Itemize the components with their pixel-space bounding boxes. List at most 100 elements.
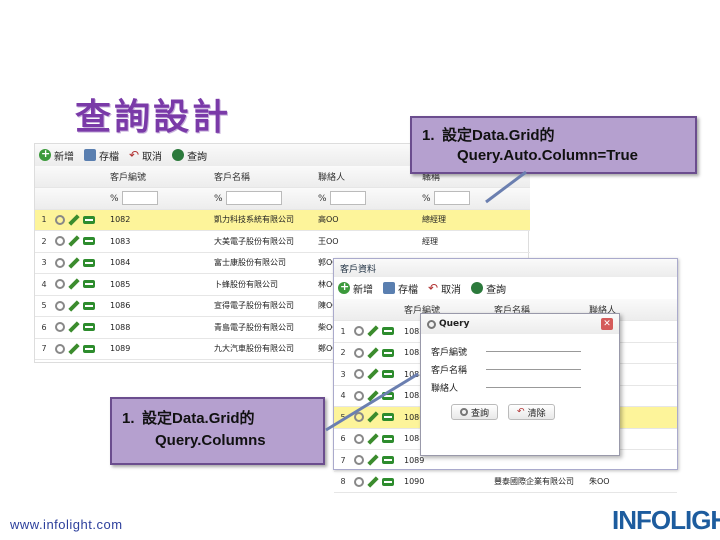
header-customer-name[interactable]: 客戶名稱 — [212, 166, 316, 188]
table-row[interactable]: 1 1082 凱力科技系統有限公司 高OO 總經理 — [35, 209, 530, 231]
edit-icon[interactable] — [367, 454, 379, 466]
delete-icon[interactable] — [382, 456, 394, 465]
query-operator[interactable]: % — [214, 194, 226, 204]
cell-customer-name: 宣得電子股份有限公司 — [212, 295, 316, 317]
edit-icon[interactable] — [68, 321, 80, 333]
row-actions — [55, 343, 106, 355]
cell-customer-id: 1084 — [108, 252, 212, 274]
row-number: 2 — [334, 342, 352, 364]
cell-customer-id: 1082 — [108, 209, 212, 231]
view-icon[interactable] — [55, 322, 65, 333]
cell-customer-name: 凱力科技系統有限公司 — [212, 209, 316, 231]
view-icon[interactable] — [55, 236, 65, 247]
cell-title: 總經理 — [420, 209, 530, 231]
query-input-customer-name[interactable] — [226, 191, 282, 206]
query-ok-button[interactable]: 查詢 — [451, 404, 499, 420]
save-icon — [84, 149, 96, 161]
close-icon[interactable]: ✕ — [601, 318, 613, 330]
row-number: 5 — [35, 295, 53, 317]
query-button[interactable]: 查詢 — [172, 148, 207, 163]
undo-button[interactable]: ↶ 取消 — [129, 148, 162, 163]
query-icon — [172, 149, 185, 161]
query-field-input[interactable] — [486, 350, 581, 352]
query-field-input[interactable] — [486, 368, 581, 370]
magnifier-icon — [460, 408, 468, 416]
view-icon[interactable] — [55, 279, 65, 290]
query-input-customer-id[interactable] — [122, 191, 158, 206]
table-row[interactable]: 8 1090 豐泰國際企業有限公司 朱OO — [334, 471, 677, 493]
cell-customer-id: 1088 — [108, 316, 212, 339]
header-contact[interactable]: 聯絡人 — [316, 166, 420, 188]
edit-icon[interactable] — [367, 347, 379, 359]
delete-icon[interactable] — [83, 301, 95, 310]
view-icon[interactable] — [55, 343, 65, 354]
delete-icon[interactable] — [382, 348, 394, 357]
query-clear-button[interactable]: ↶ 清除 — [508, 404, 555, 420]
undo-icon: ↶ — [517, 407, 525, 417]
delete-icon[interactable] — [83, 280, 95, 289]
add-button[interactable]: 新增 — [338, 280, 373, 296]
cell-contact: 王OO — [316, 230, 420, 253]
add-button[interactable]: 新增 — [39, 147, 74, 163]
row-actions — [55, 214, 106, 226]
query-button[interactable]: 查詢 — [471, 281, 506, 296]
edit-icon[interactable] — [68, 235, 80, 247]
delete-icon[interactable] — [83, 237, 95, 246]
edit-icon[interactable] — [367, 476, 379, 488]
edit-icon[interactable] — [367, 325, 379, 337]
delete-icon[interactable] — [83, 215, 95, 224]
table-row[interactable]: 2 1083 大美電子股份有限公司 王OO 經理 — [35, 230, 530, 253]
query-field-row: 客戶編號 — [431, 342, 609, 360]
view-icon[interactable] — [354, 326, 364, 337]
cell-customer-id: 1085 — [108, 273, 212, 296]
view-icon[interactable] — [55, 257, 65, 268]
undo-button[interactable]: ↶ 取消 — [428, 281, 461, 296]
row-number: 2 — [35, 230, 53, 253]
row-number: 8 — [334, 471, 352, 493]
cell-customer-id: 1083 — [108, 230, 212, 253]
edit-icon[interactable] — [68, 278, 80, 290]
query-operator[interactable]: % — [422, 194, 434, 204]
delete-icon[interactable] — [83, 344, 95, 353]
view-icon[interactable] — [55, 300, 65, 311]
cell-customer-name: 豐泰國際企業有限公司 — [492, 471, 587, 493]
row-actions — [55, 257, 106, 269]
query-input-contact[interactable] — [330, 191, 366, 206]
save-button[interactable]: 存檔 — [84, 148, 119, 163]
row-number: 1 — [334, 320, 352, 343]
row-actions — [354, 476, 400, 488]
header-customer-id[interactable]: 客戶編號 — [108, 166, 212, 188]
callout-pointer-bottom — [325, 372, 419, 432]
view-icon[interactable] — [354, 476, 364, 487]
delete-icon[interactable] — [382, 327, 394, 336]
delete-icon[interactable] — [83, 323, 95, 332]
query-operator[interactable]: % — [110, 194, 122, 204]
view-icon[interactable] — [354, 455, 364, 466]
query-input-title[interactable] — [434, 191, 470, 206]
delete-icon[interactable] — [83, 258, 95, 267]
delete-icon[interactable] — [382, 477, 394, 486]
save-button[interactable]: 存檔 — [383, 281, 418, 296]
view-icon[interactable] — [55, 214, 65, 225]
row-actions — [55, 278, 106, 290]
query-field-label: 客戶名稱 — [431, 365, 468, 376]
query-operator[interactable]: % — [318, 194, 330, 204]
row-number: 4 — [35, 273, 53, 296]
row-actions — [55, 300, 106, 312]
query-field-label: 聯絡人 — [431, 383, 459, 394]
undo-icon: ↶ — [129, 148, 140, 162]
add-icon — [39, 147, 51, 161]
footer-url: www.infolight.com — [10, 517, 123, 532]
callout-auto-column: 1. 設定Data.Grid的 Query.Auto.Column=True — [410, 116, 697, 174]
row-actions — [55, 235, 106, 247]
query-field-input[interactable] — [486, 386, 581, 388]
row-number: 6 — [35, 316, 53, 339]
edit-icon[interactable] — [68, 214, 80, 226]
edit-icon[interactable] — [68, 300, 80, 312]
edit-icon[interactable] — [68, 257, 80, 269]
row-number: 3 — [35, 252, 53, 274]
row-actions — [354, 454, 400, 466]
edit-icon[interactable] — [68, 343, 80, 355]
cell-customer-name: 卜蜂股份有限公司 — [212, 273, 316, 296]
view-icon[interactable] — [354, 347, 364, 358]
